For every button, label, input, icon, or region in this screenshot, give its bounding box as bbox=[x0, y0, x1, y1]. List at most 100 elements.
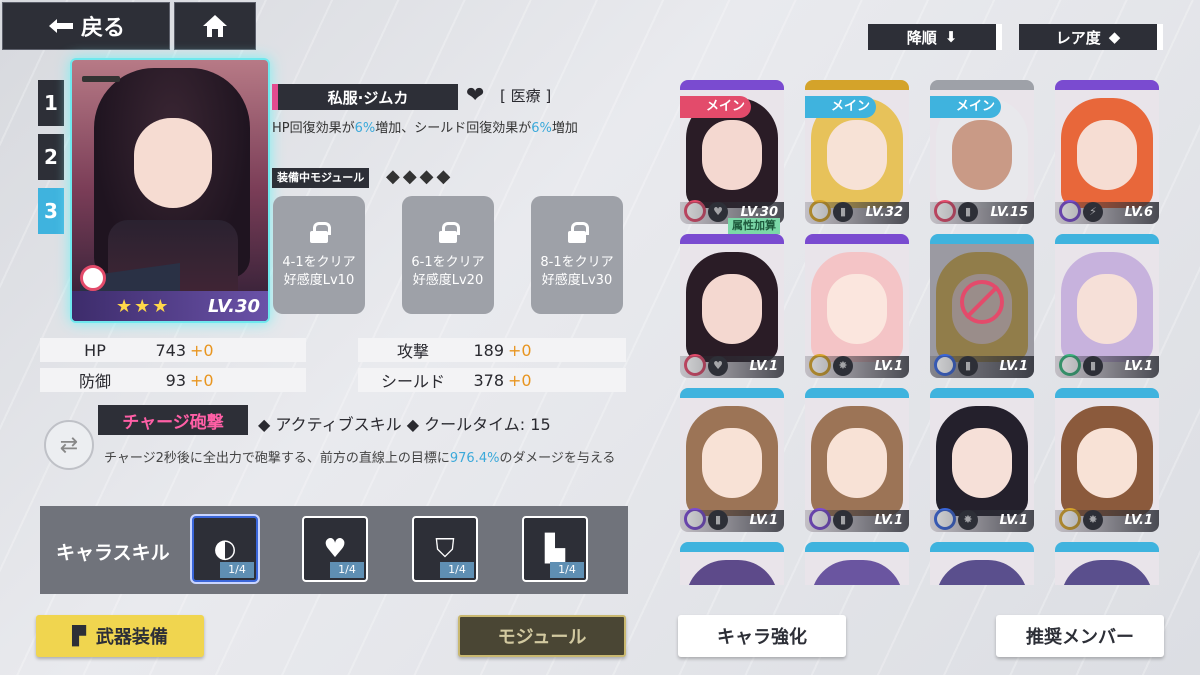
card-hair bbox=[811, 560, 903, 585]
main-badge: メイン bbox=[680, 96, 752, 118]
roster-card[interactable]: ♥ LV.1 bbox=[680, 234, 784, 378]
arrow-down-icon: ⬇ bbox=[944, 28, 958, 46]
team-tab-1[interactable]: 1 bbox=[38, 80, 64, 126]
module-slot-3[interactable]: 8-1をクリア 好感度Lv30 bbox=[531, 196, 623, 314]
weapon-equip-label: 武器装備 bbox=[95, 627, 168, 648]
back-button[interactable]: 戻る bbox=[2, 2, 170, 50]
stat-defense: 防御 93 +0 bbox=[40, 368, 306, 392]
lock-icon bbox=[310, 222, 331, 243]
roster-card[interactable]: ✸ LV.1 bbox=[805, 234, 909, 378]
module-button[interactable]: モジュール bbox=[458, 615, 626, 657]
card-level: LV.15 bbox=[930, 202, 1034, 224]
main-badge: メイン bbox=[805, 96, 877, 118]
character-role: [ 医療 ] bbox=[500, 87, 552, 105]
roster-card[interactable]: メイン ▮ LV.32 bbox=[805, 80, 909, 224]
module-slot-2[interactable]: 6-1をクリア 好感度Lv20 bbox=[402, 196, 494, 314]
stat-hp: HP 743 +0 bbox=[40, 338, 306, 362]
roster-card[interactable]: ⚡ LV.6 bbox=[1055, 80, 1159, 224]
stat-label: シールド bbox=[380, 372, 445, 391]
weapon-equip-button[interactable]: ▛ 武器装備 bbox=[36, 615, 204, 657]
card-face bbox=[1077, 274, 1137, 344]
rarity-stars: ★★★ bbox=[116, 296, 171, 317]
active-skill-name: チャージ砲撃 bbox=[98, 405, 248, 435]
card-face bbox=[702, 428, 762, 498]
chara-skill-label: キャラスキル bbox=[56, 542, 170, 564]
stat-attack: 攻撃 189 +0 bbox=[358, 338, 626, 362]
home-icon bbox=[203, 15, 227, 37]
module-slot-affection: 好感度Lv30 bbox=[541, 273, 613, 288]
roster-card[interactable]: ▮ LV.1 bbox=[930, 234, 1034, 378]
shield-icon: ⛉ bbox=[435, 533, 455, 564]
module-diamonds: ◆◆◆◆ bbox=[386, 166, 454, 187]
card-level: LV.1 bbox=[1055, 510, 1159, 532]
team-tab-3[interactable]: 3 bbox=[38, 188, 64, 234]
weapon-icon bbox=[82, 76, 120, 82]
sort-order-button[interactable]: 降順 ⬇ bbox=[868, 24, 1002, 50]
stat-value: 189 bbox=[473, 340, 504, 360]
chara-skill-slot-3[interactable]: ⛉ 1/4 bbox=[412, 516, 478, 582]
roster-card[interactable] bbox=[680, 542, 784, 585]
card-level: LV.1 bbox=[680, 510, 784, 532]
roster-card[interactable] bbox=[805, 542, 909, 585]
chara-skill-level: 1/4 bbox=[220, 562, 254, 578]
character-level: LV.30 bbox=[207, 296, 260, 317]
roster-card[interactable]: ▮ LV.1 bbox=[805, 388, 909, 532]
stat-value: 378 bbox=[473, 370, 504, 390]
team-tab-2[interactable]: 2 bbox=[38, 134, 64, 180]
roster-card[interactable]: メイン ♥ LV.30 bbox=[680, 80, 784, 224]
gun-icon: ▛ bbox=[72, 625, 86, 647]
recommend-member-button[interactable]: 推奨メンバー bbox=[996, 615, 1164, 657]
stat-label: 防御 bbox=[78, 372, 111, 391]
character-portrait[interactable]: ★★★ LV.30 bbox=[70, 58, 270, 323]
stat-bonus: +0 bbox=[190, 370, 214, 390]
card-hair bbox=[686, 560, 778, 585]
card-face bbox=[702, 274, 762, 344]
boot-icon: ▙ bbox=[545, 534, 565, 564]
card-face bbox=[952, 120, 1012, 190]
portrait-face bbox=[134, 118, 212, 208]
chara-skill-level: 1/4 bbox=[440, 562, 474, 578]
sort-rarity-button[interactable]: レア度 ◆ bbox=[1019, 24, 1163, 50]
card-level: LV.1 bbox=[680, 356, 784, 378]
roster-card[interactable]: メイン ▮ LV.15 bbox=[930, 80, 1034, 224]
back-label: 戻る bbox=[80, 16, 125, 41]
stat-label: 攻撃 bbox=[396, 342, 429, 361]
back-arrow-icon bbox=[48, 19, 73, 33]
chara-skill-slot-1[interactable]: ◐ 1/4 bbox=[192, 516, 258, 582]
character-roster: メイン ♥ LV.30 メイン ▮ LV.32 メイン ▮ LV.15 ⚡ LV… bbox=[676, 80, 1176, 585]
card-level: LV.1 bbox=[1055, 356, 1159, 378]
chara-skill-slot-4[interactable]: ▙ 1/4 bbox=[522, 516, 588, 582]
equipped-module-label: 装備中モジュール bbox=[272, 168, 370, 188]
roster-card[interactable] bbox=[930, 542, 1034, 585]
roster-card[interactable] bbox=[1055, 542, 1159, 585]
card-level: LV.6 bbox=[1055, 202, 1159, 224]
card-level: LV.1 bbox=[805, 356, 909, 378]
chara-skill-level: 1/4 bbox=[330, 562, 364, 578]
chara-skill-panel: キャラスキル ◐ 1/4 ♥ 1/4 ⛉ 1/4 ▙ 1/4 bbox=[40, 506, 628, 594]
sort-order-label: 降順 bbox=[906, 28, 937, 47]
medic-type-icon bbox=[80, 265, 106, 291]
card-face bbox=[1077, 120, 1137, 190]
card-face bbox=[827, 428, 887, 498]
roster-card[interactable]: ▮ LV.1 bbox=[1055, 234, 1159, 378]
roster-card[interactable]: ✸ LV.1 bbox=[1055, 388, 1159, 532]
card-level: LV.32 bbox=[805, 202, 909, 224]
card-face bbox=[952, 428, 1012, 498]
skill-swap-icon[interactable]: ⇄ bbox=[44, 420, 94, 470]
stat-shield: シールド 378 +0 bbox=[358, 368, 626, 392]
stat-bonus: +0 bbox=[508, 340, 532, 360]
module-slot-1[interactable]: 4-1をクリア 好感度Lv10 bbox=[273, 196, 365, 314]
affection-heart-icon[interactable]: ❤ bbox=[466, 84, 490, 108]
card-level: LV.1 bbox=[930, 356, 1034, 378]
roster-card[interactable]: ▮ LV.1 bbox=[680, 388, 784, 532]
forbidden-icon bbox=[960, 280, 1004, 324]
module-slot-condition: 4-1をクリア bbox=[282, 255, 356, 270]
module-slot-affection: 好感度Lv10 bbox=[283, 273, 355, 288]
lock-icon bbox=[439, 222, 460, 243]
roster-card[interactable]: ✸ LV.1 bbox=[930, 388, 1034, 532]
chara-enhance-button[interactable]: キャラ強化 bbox=[678, 615, 846, 657]
home-button[interactable] bbox=[174, 2, 256, 50]
chara-skill-slot-2[interactable]: ♥ 1/4 bbox=[302, 516, 368, 582]
character-name: 私服·ジムカ bbox=[272, 84, 458, 110]
attribute-bonus-tag: 属性加算 bbox=[728, 218, 780, 234]
